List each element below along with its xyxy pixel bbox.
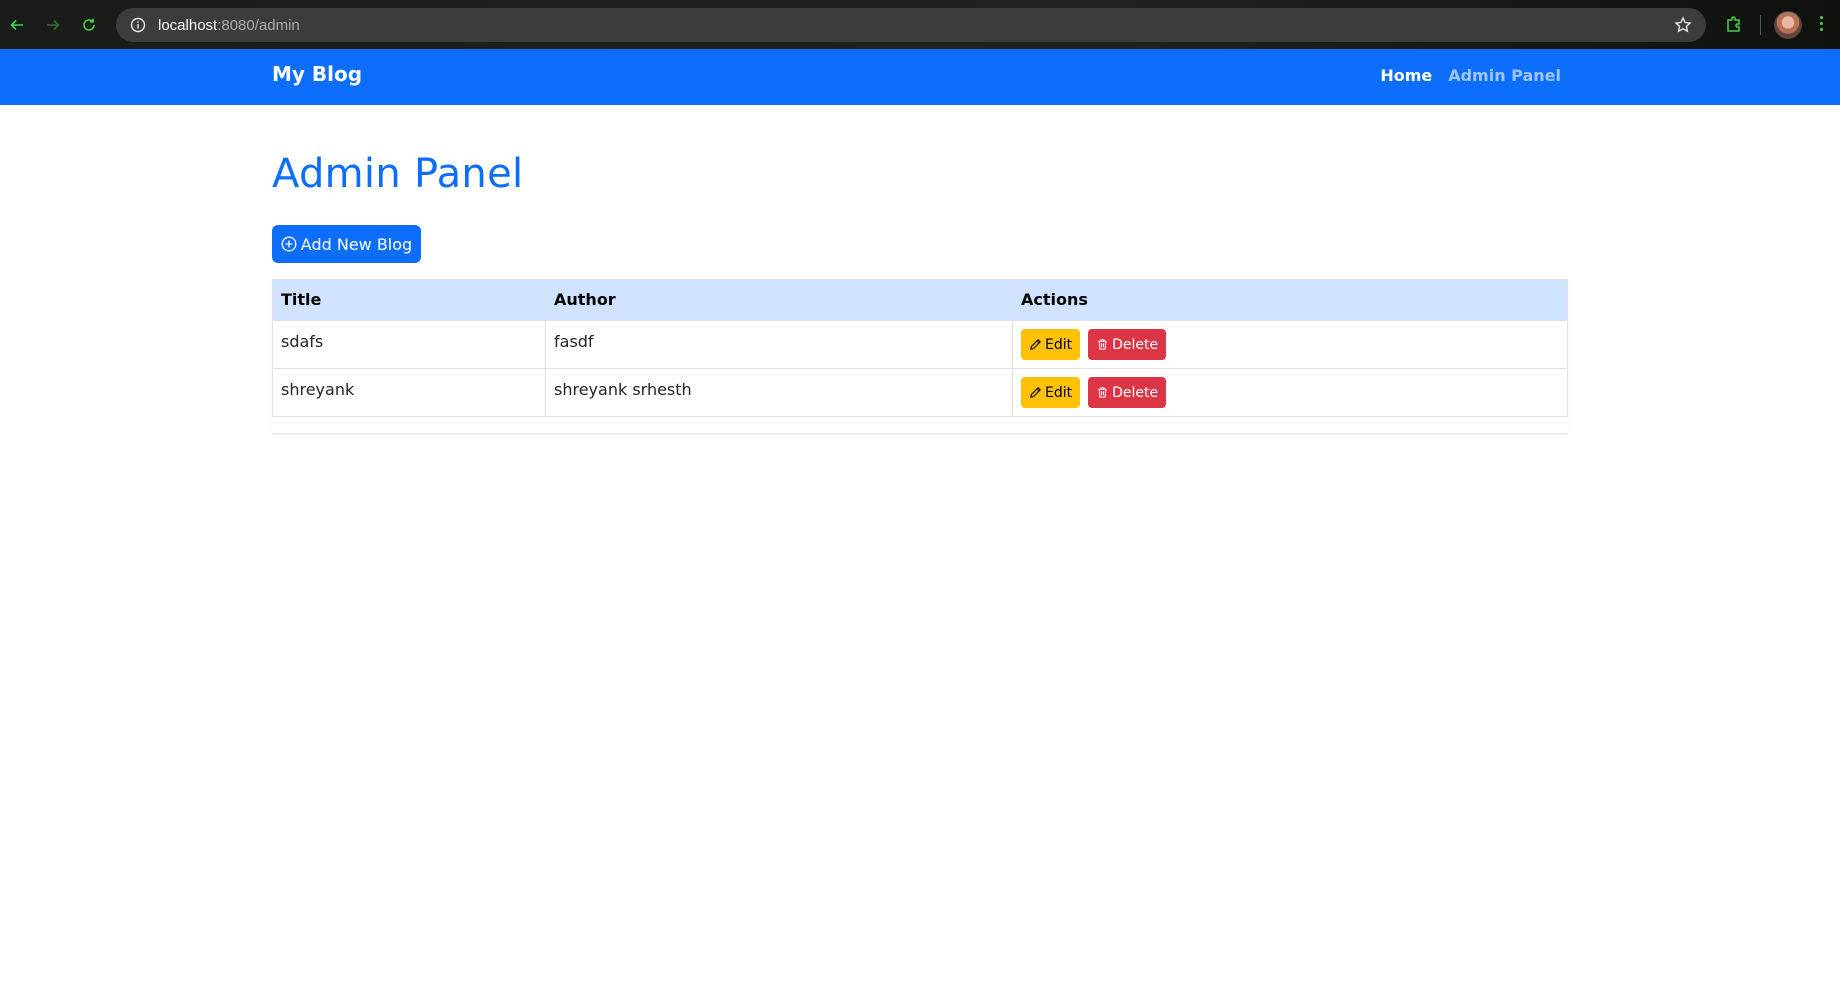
blogs-table-container: Title Author Actions sdafs fasdf Edit De… [272,279,1568,434]
trash-icon [1098,339,1107,350]
site-info-icon[interactable] [130,17,146,33]
column-header-actions: Actions [1012,279,1568,321]
blogs-table: Title Author Actions sdafs fasdf Edit De… [272,279,1568,417]
url-host: localhost [158,16,218,34]
cell-author: fasdf [545,320,1013,369]
toolbar-divider [1760,15,1761,35]
browser-toolbar: localhost:8080/admin [0,0,1840,49]
arrow-left-icon [10,19,23,31]
delete-label: Delete [1112,336,1159,353]
add-new-blog-button[interactable]: Add New Blog [272,225,421,263]
edit-label: Edit [1045,336,1073,353]
nav-link-home[interactable]: Home [1380,66,1432,85]
table-header-row: Title Author Actions [272,279,1568,321]
column-header-title: Title [272,279,546,321]
edit-label: Edit [1045,384,1073,401]
nav-link-admin-panel[interactable]: Admin Panel [1448,66,1561,85]
profile-avatar[interactable] [1774,11,1802,39]
pencil-icon [1030,387,1041,398]
plus-circle-icon [281,236,297,252]
table-row: shreyank shreyank srhesth Edit Delete [272,368,1568,417]
delete-button[interactable]: Delete [1088,329,1167,360]
cell-author: shreyank srhesth [545,368,1013,417]
cell-title: shreyank [272,368,546,417]
browser-menu-icon[interactable] [1818,16,1824,34]
arrow-right-icon [47,19,60,31]
column-header-author: Author [545,279,1013,321]
extensions-icon[interactable] [1724,14,1744,34]
bookmark-star-icon[interactable] [1674,16,1692,34]
table-row: sdafs fasdf Edit Delete [272,320,1568,369]
reload-button[interactable] [78,14,100,36]
reload-icon [83,18,95,31]
edit-button[interactable]: Edit [1021,377,1081,408]
cell-actions: Edit Delete [1012,320,1568,369]
navbar: My Blog Home Admin Panel [0,49,1840,105]
page-title: Admin Panel [272,151,524,197]
address-bar[interactable]: localhost:8080/admin [116,8,1706,42]
cell-actions: Edit Delete [1012,368,1568,417]
delete-label: Delete [1112,384,1159,401]
cell-title: sdafs [272,320,546,369]
delete-button[interactable]: Delete [1088,377,1167,408]
nav-links: Home Admin Panel [1380,66,1561,85]
url-path: :8080/admin [217,16,300,34]
pencil-icon [1030,339,1041,350]
edit-button[interactable]: Edit [1021,329,1081,360]
forward-button[interactable] [42,14,64,36]
brand-link[interactable]: My Blog [272,62,362,86]
trash-icon [1098,387,1107,398]
add-new-blog-label: Add New Blog [300,234,413,254]
back-button[interactable] [6,14,28,36]
